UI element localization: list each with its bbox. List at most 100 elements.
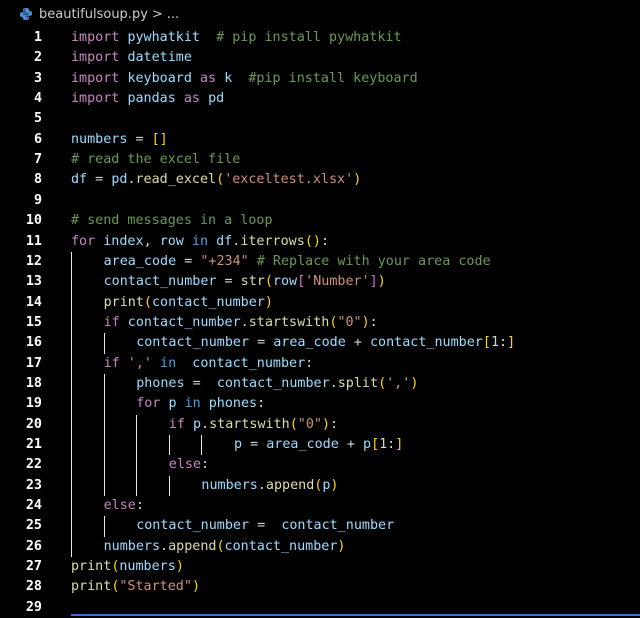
line-number: 2 [33, 50, 42, 66]
indent-guide [103, 394, 105, 415]
indent-guide [71, 272, 72, 293]
code-token: = [87, 172, 112, 188]
code-token: contact_number [370, 335, 483, 351]
code-text: if ',' in contact_number: [104, 354, 314, 374]
code-text: import datetime [71, 48, 192, 68]
code-token: else [103, 498, 136, 514]
code-token: split [337, 375, 379, 391]
code-line[interactable]: 18 phones = contact_number.split(',') [0, 373, 640, 395]
indent-guide [71, 394, 72, 415]
code-line[interactable]: 16 contact_number = area_code + contact_n… [0, 333, 640, 354]
indent-guide [71, 516, 72, 537]
code-token: in [160, 355, 177, 371]
code-line[interactable]: 20 if p.startswith("0"): [0, 414, 640, 435]
code-text: import keyboard as k #pip install keyboa… [71, 69, 418, 89]
code-line[interactable]: 3 import keyboard as k #pip install keybo… [0, 69, 640, 89]
code-text: numbers = [] [71, 130, 168, 150]
code-token: + [338, 437, 363, 452]
code-text: contact_number = contact_number [136, 516, 394, 536]
code-editor[interactable]: 1 import pywhatkit # pip install pywhatki… [0, 28, 640, 618]
code-line[interactable]: 10 # send messages in a loop [0, 211, 640, 231]
line-number: 27 [25, 559, 42, 575]
code-token: print [71, 559, 112, 575]
code-line[interactable]: 12 area_code = "+234" # Replace with your… [0, 251, 640, 273]
code-line[interactable]: 27 print(numbers) [0, 557, 640, 577]
code-line[interactable]: 4 import pandas as pd [0, 89, 640, 109]
code-line[interactable]: 11 for index, row in df.iterrows(): [0, 232, 640, 252]
code-line[interactable]: 22 else: [0, 455, 640, 476]
indent-guide [71, 496, 72, 517]
line-number: 11 [25, 233, 42, 249]
code-token: contact_number [136, 335, 250, 351]
code-token: numbers [119, 559, 176, 575]
breadcrumb-ellipsis[interactable]: ... [167, 7, 179, 22]
code-text: for p in phones: [136, 394, 265, 414]
code-token: import [71, 91, 120, 107]
code-token: row [159, 233, 184, 249]
code-token: import [71, 70, 120, 86]
code-token: # Replace with your area code [256, 253, 491, 269]
breadcrumb-file-name[interactable]: beautifulsoup.py [39, 7, 148, 22]
code-line[interactable]: 28 print("Started") [0, 577, 640, 597]
code-token: : [369, 314, 378, 330]
code-line[interactable]: 7 # read the excel file [0, 150, 640, 170]
code-token: = [242, 437, 267, 452]
code-token: area_code [266, 437, 339, 452]
code-token: = [184, 375, 217, 391]
code-line[interactable]: 5 [0, 109, 640, 129]
code-token: = [176, 253, 201, 269]
code-token: contact_number [103, 274, 217, 290]
indent-guide [71, 312, 72, 334]
code-token: = [127, 131, 152, 147]
line-number: 4 [33, 91, 42, 107]
code-text: import pandas as pd [71, 89, 224, 109]
code-line[interactable]: 23 numbers.append(p) [0, 475, 640, 497]
code-token: p [192, 416, 202, 432]
code-line[interactable]: 13 contact_number = str(row['Number']) [0, 272, 640, 293]
code-token: print [103, 294, 144, 310]
code-line[interactable]: 8 df = pd.read_excel('exceltest.xlsx') [0, 170, 640, 190]
code-line[interactable]: 19 for p in phones: [0, 394, 640, 415]
code-token: , [143, 233, 160, 249]
line-number: 12 [25, 253, 42, 269]
code-token: : [320, 233, 329, 249]
code-token: ] [507, 335, 516, 351]
code-token: ',' [386, 375, 411, 391]
code-token: area_code [273, 335, 346, 351]
line-number: 1 [33, 30, 42, 45]
indent-guide [103, 455, 105, 476]
code-line[interactable]: 24 else: [0, 496, 640, 517]
code-token: else [168, 457, 202, 473]
code-token: contact_number [216, 375, 330, 391]
code-line[interactable]: 26 numbers.append(contact_number) [0, 536, 640, 558]
line-number: 26 [25, 538, 42, 554]
code-line[interactable]: 1 import pywhatkit # pip install pywhatki… [0, 28, 640, 48]
code-token: + [345, 335, 370, 351]
code-line[interactable]: 9 [0, 191, 640, 211]
code-line[interactable]: 15 if contact_number.startswith("0"): [0, 312, 640, 334]
code-token: . [127, 172, 136, 188]
line-number: 9 [33, 192, 42, 208]
line-number: 22 [25, 457, 42, 473]
code-token: contact_number [192, 355, 306, 371]
code-token: [ [371, 437, 380, 452]
line-number: 14 [25, 294, 42, 310]
code-text: print(numbers) [71, 557, 184, 577]
code-line[interactable]: 6 numbers = [] [0, 130, 640, 150]
code-line[interactable]: 2 import datetime [0, 48, 640, 68]
code-line[interactable]: 21 p = area_code + p[1:] [0, 435, 640, 456]
code-line[interactable]: 25 contact_number = contact_number [0, 516, 640, 537]
code-line[interactable]: 14 print(contact_number) [0, 292, 640, 313]
code-token: pandas [127, 91, 176, 107]
code-line[interactable]: 17 if ',' in contact_number: [0, 353, 640, 374]
code-token: area_code [103, 253, 177, 269]
code-token: ',' [127, 355, 152, 371]
code-token: . [160, 538, 169, 554]
indent-guide [71, 475, 72, 497]
code-token: : [330, 416, 339, 432]
